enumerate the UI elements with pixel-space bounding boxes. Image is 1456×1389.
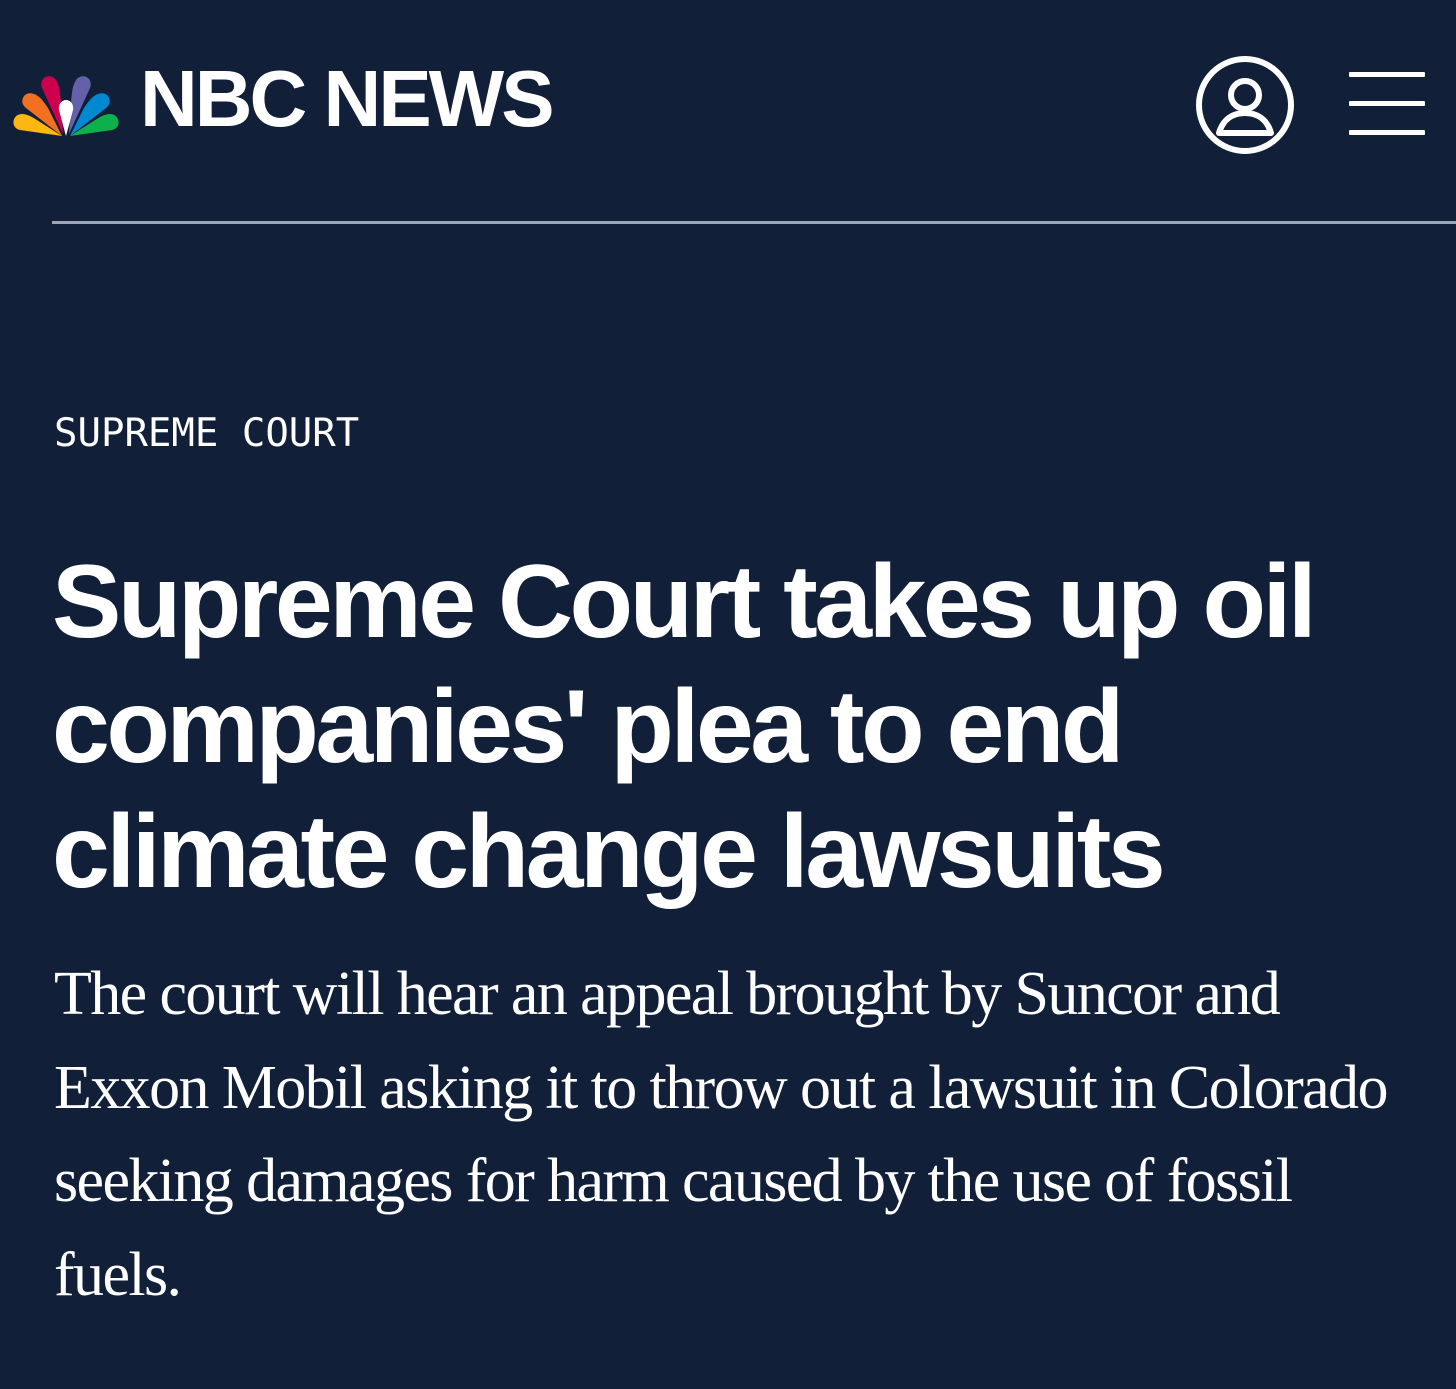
article-headline: Supreme Court takes up oil companies' pl… — [52, 544, 1317, 910]
hamburger-menu-icon[interactable] — [1349, 70, 1427, 138]
nbc-peacock-icon — [13, 76, 119, 136]
nbc-news-logo[interactable]: NBC NEWS — [12, 54, 555, 143]
header-divider — [52, 221, 1456, 224]
brand-wordmark: NBC NEWS — [140, 54, 555, 143]
site-header: NBC NEWS — [0, 0, 1456, 222]
menu-line — [1349, 72, 1425, 77]
menu-line — [1349, 101, 1425, 106]
article-dek: The court will hear an appeal brought by… — [54, 960, 1388, 1309]
account-button[interactable] — [1195, 55, 1295, 155]
section-label[interactable]: SUPREME COURT — [54, 414, 359, 453]
user-circle-icon — [1196, 56, 1294, 154]
menu-line — [1349, 130, 1425, 135]
